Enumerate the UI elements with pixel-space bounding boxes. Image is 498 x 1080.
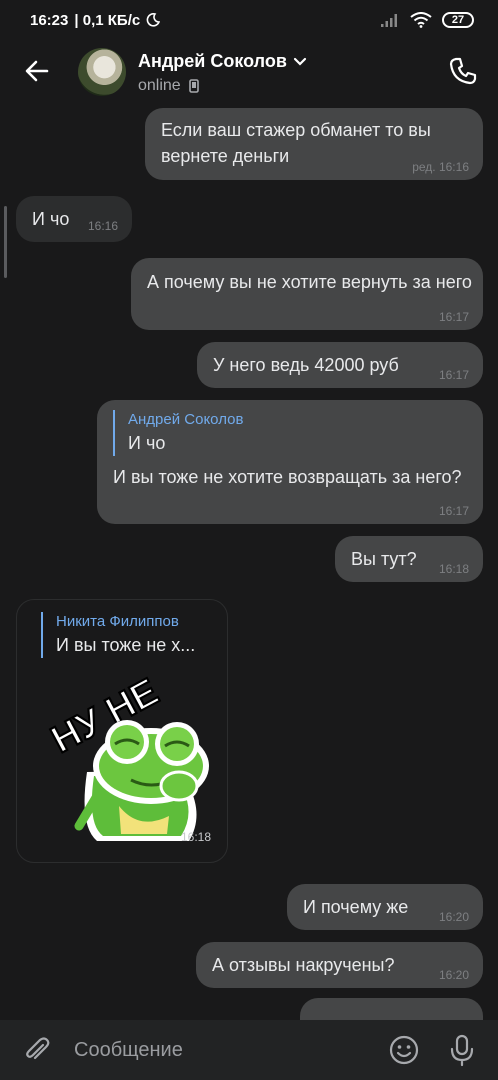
- message-list[interactable]: Если ваш стажер обманет то вы вернете де…: [0, 106, 498, 1020]
- signal-icon: [381, 14, 397, 27]
- message-time: 16:17: [438, 368, 469, 382]
- message-bubble[interactable]: Вы тут? 16:18: [335, 536, 483, 582]
- microphone-icon[interactable]: [446, 1033, 478, 1067]
- message-bubble[interactable]: У него ведь 42000 руб 16:17: [197, 342, 483, 388]
- message-text: И вы тоже не хотите возвращать за него?: [113, 467, 462, 487]
- message-bubble[interactable]: И почему же 16:20: [287, 884, 483, 930]
- message-text: А почему вы не хотите вернуть за него: [147, 272, 472, 292]
- message-text: А отзывы накручены?: [212, 955, 395, 975]
- contact-status: online: [138, 77, 199, 95]
- message-composer: Сообщение: [0, 1020, 498, 1080]
- message-time: 16:16: [87, 219, 118, 233]
- chevron-down-icon: [293, 57, 307, 66]
- message-bubble[interactable]: А почему вы не хотите вернуть за него 16…: [131, 258, 483, 330]
- contact-name-label: Андрей Соколов: [138, 51, 287, 71]
- reply-author: Никита Филиппов: [56, 613, 179, 630]
- sticker-message[interactable]: Никита Филиппов И вы тоже не х... НУ НЕ …: [16, 599, 228, 863]
- phone-icon[interactable]: [448, 56, 478, 86]
- message-time: 16:20: [438, 910, 469, 924]
- avatar[interactable]: [78, 48, 126, 96]
- wifi-icon: [410, 12, 432, 28]
- contact-name[interactable]: Андрей Соколов: [138, 51, 307, 72]
- back-arrow-icon[interactable]: [22, 56, 52, 86]
- message-time: 16:18: [438, 562, 469, 576]
- status-speed: | 0,1 КБ/с: [74, 11, 141, 29]
- paperclip-icon[interactable]: [22, 1035, 52, 1065]
- frog-sticker[interactable]: НУ НЕ: [39, 676, 219, 846]
- status-bar: 16:23 | 0,1 КБ/с 27: [0, 0, 498, 40]
- chat-header: Андрей Соколов online: [0, 40, 498, 106]
- moon-icon: [146, 13, 161, 27]
- message-time: 16:17: [438, 504, 469, 518]
- message-bubble[interactable]: Андрей Соколов И чо И вы тоже не хотите …: [97, 400, 483, 524]
- reply-text: И чо: [128, 433, 166, 453]
- reply-quote[interactable]: Никита Филиппов И вы тоже не х...: [41, 612, 203, 658]
- message-time: ред. 16:16: [412, 160, 469, 174]
- message-text: У него ведь 42000 руб: [213, 355, 399, 375]
- smile-icon[interactable]: [388, 1034, 420, 1066]
- reply-author: Андрей Соколов: [128, 411, 244, 428]
- mobile-device-icon: [188, 79, 199, 93]
- status-time: 16:23: [30, 11, 69, 29]
- message-bubble[interactable]: Если ваш стажер обманет то вы вернете де…: [145, 108, 483, 180]
- message-bubble-partial[interactable]: [300, 998, 483, 1020]
- message-bubble[interactable]: А отзывы накручены? 16:20: [196, 942, 483, 988]
- message-time: 16:17: [438, 310, 469, 324]
- reply-text: И вы тоже не х...: [56, 635, 196, 655]
- reply-quote[interactable]: Андрей Соколов И чо: [113, 410, 467, 456]
- message-bubble[interactable]: И чо 16:16: [16, 196, 132, 242]
- message-time: 16:20: [438, 968, 469, 982]
- message-input[interactable]: Сообщение: [74, 1039, 183, 1062]
- battery-indicator: 27: [442, 12, 474, 28]
- online-status: online: [138, 77, 181, 94]
- message-time: 16:18: [180, 830, 211, 844]
